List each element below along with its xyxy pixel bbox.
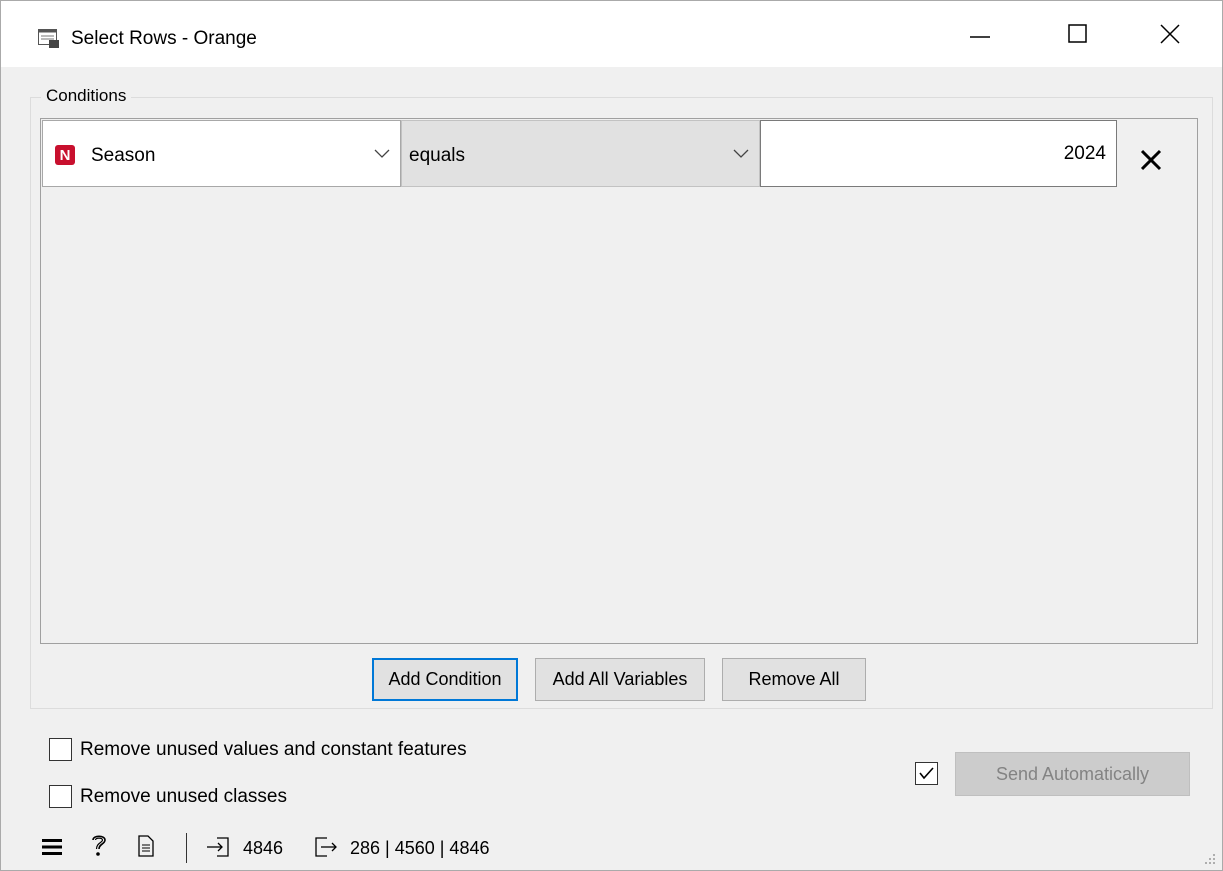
remove-unused-classes-label: Remove unused classes bbox=[80, 785, 287, 807]
report-icon[interactable] bbox=[138, 835, 154, 857]
maximize-button[interactable] bbox=[1034, 1, 1122, 67]
status-bar: 4846 286 | 4560 | 4846 bbox=[1, 823, 1222, 871]
resize-grip-icon[interactable] bbox=[1204, 853, 1216, 865]
remove-unused-values-checkbox[interactable] bbox=[49, 738, 72, 761]
variable-select-value: Season bbox=[91, 145, 156, 166]
input-count: 4846 bbox=[243, 838, 284, 858]
send-automatically-button[interactable]: Send Automatically bbox=[955, 752, 1190, 796]
numeric-variable-icon: N bbox=[55, 145, 75, 165]
variable-select[interactable]: N Season bbox=[42, 120, 401, 187]
conditions-group-label: Conditions bbox=[41, 86, 132, 106]
minimize-icon bbox=[970, 36, 990, 38]
minimize-button[interactable] bbox=[936, 1, 1024, 67]
title-bar[interactable]: Select Rows - Orange bbox=[1, 1, 1222, 67]
chevron-down-icon bbox=[733, 149, 749, 158]
remove-unused-values-option[interactable]: Remove unused values and constant featur… bbox=[49, 738, 467, 761]
menu-icon[interactable] bbox=[42, 838, 62, 856]
input-icon bbox=[207, 837, 229, 857]
remove-unused-classes-option[interactable]: Remove unused classes bbox=[49, 785, 287, 808]
status-separator bbox=[186, 833, 187, 863]
chevron-down-icon bbox=[374, 149, 390, 158]
remove-condition-icon[interactable] bbox=[1139, 148, 1163, 172]
maximize-icon bbox=[1068, 24, 1087, 43]
remove-unused-classes-checkbox[interactable] bbox=[49, 785, 72, 808]
add-condition-button[interactable]: Add Condition bbox=[372, 658, 518, 701]
close-button[interactable] bbox=[1126, 1, 1214, 67]
window-title: Select Rows - Orange bbox=[71, 28, 257, 49]
operator-select-value: equals bbox=[409, 145, 465, 166]
select-rows-window: Select Rows - Orange Conditions N Season… bbox=[0, 0, 1223, 871]
remove-all-button[interactable]: Remove All bbox=[722, 658, 866, 701]
help-icon[interactable] bbox=[90, 833, 108, 859]
send-automatically-checkbox[interactable] bbox=[915, 762, 938, 785]
operator-select[interactable]: equals bbox=[401, 120, 760, 187]
condition-value-input[interactable] bbox=[760, 120, 1117, 187]
conditions-list bbox=[40, 118, 1198, 644]
close-icon bbox=[1160, 24, 1180, 44]
output-icon bbox=[315, 837, 337, 857]
output-counts: 286 | 4560 | 4846 bbox=[350, 838, 490, 858]
add-all-variables-button[interactable]: Add All Variables bbox=[535, 658, 705, 701]
remove-unused-values-label: Remove unused values and constant featur… bbox=[80, 738, 467, 760]
app-icon bbox=[38, 29, 59, 48]
checkmark-icon bbox=[919, 767, 934, 780]
